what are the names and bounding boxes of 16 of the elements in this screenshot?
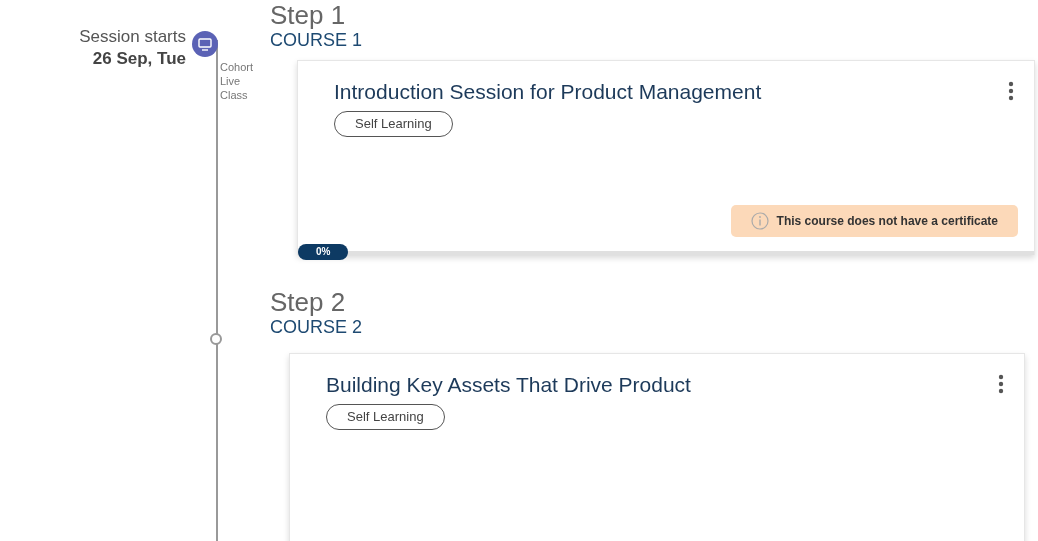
course-title[interactable]: Building Key Assets That Drive Product (326, 374, 691, 396)
session-label: Session starts (79, 26, 186, 48)
progress-badge: 0% (298, 244, 349, 260)
course-label: COURSE 2 (270, 316, 364, 338)
more-options-icon[interactable] (998, 374, 1004, 394)
course-title[interactable]: Introduction Session for Product Management (334, 81, 762, 103)
live-class-label: Cohort Live Class (220, 60, 255, 102)
course-label: COURSE 1 (270, 29, 364, 51)
live-class-icon (191, 30, 219, 58)
course-card[interactable]: Building Key Assets That Drive Product Self Learning (289, 353, 1025, 541)
info-icon (750, 212, 769, 230)
step-heading: Step 1 (270, 0, 347, 30)
session-date: 26 Sep, Tue (92, 48, 186, 70)
step-heading: Step 2 (270, 287, 347, 317)
notice-text: This course does not have a certificate (776, 213, 998, 230)
more-options-icon[interactable] (1008, 81, 1014, 101)
